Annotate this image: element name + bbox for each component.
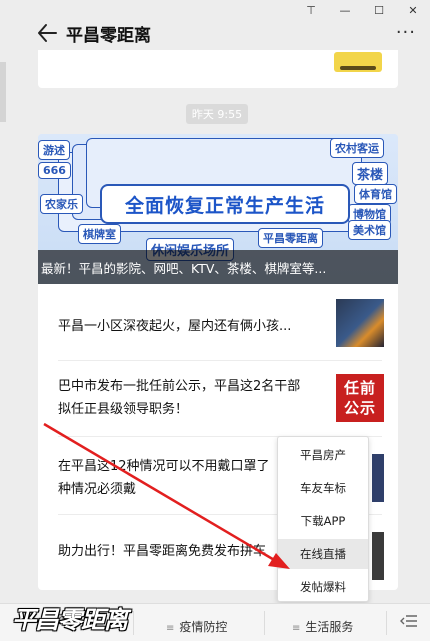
bottom-tab-label: 疫情防控 <box>179 620 228 634</box>
maximize-icon[interactable]: ☐ <box>362 0 396 20</box>
pin-icon[interactable]: ⊤ <box>294 0 328 20</box>
page-title: 平昌零距离 <box>66 26 151 46</box>
previous-message-thumbnail <box>334 52 382 72</box>
bottom-tab-epidemic[interactable]: ≡ 疫情防控 <box>166 618 227 635</box>
banner-tag: 农家乐 <box>40 194 83 214</box>
menu-item-house[interactable]: 平昌房产 <box>278 440 368 470</box>
article-thumbnail: 任前 公示 <box>336 374 384 422</box>
banner-tag: 茶楼 <box>352 162 389 185</box>
more-icon[interactable]: ··· <box>396 24 416 42</box>
window-controls: ⊤ — ☐ ✕ <box>294 0 430 20</box>
banner-tag: 农村客运 <box>330 138 384 158</box>
menu-lines-icon: ≡ <box>166 623 175 634</box>
scrollbar-thumb[interactable] <box>0 62 6 122</box>
divider <box>58 360 382 361</box>
minimize-icon[interactable]: — <box>328 0 362 20</box>
article-thumbnail <box>336 299 384 347</box>
bottom-tab-label: 生活服务 <box>305 620 354 634</box>
list-item[interactable]: 巴中市发布一批任前公示，平昌这2名干部拟任正县级领导职务！ <box>58 372 382 424</box>
banner-tag: 666 <box>38 162 71 179</box>
menu-lines-icon: ≡ <box>292 623 301 634</box>
article-title: 在平昌这12种情况可以不用戴口罩了种情况必须戴 <box>58 459 270 497</box>
divider <box>264 611 265 635</box>
article-thumbnail <box>372 454 384 502</box>
menu-item-download-app[interactable]: 下载APP <box>278 506 368 536</box>
banner-tag: 平昌零距离 <box>258 228 323 248</box>
thumbnail-text: 任前 <box>343 379 376 397</box>
article-thumbnail <box>372 532 384 580</box>
banner-caption: 最新！平昌的影院、网吧、KTV、茶楼、棋牌室等... <box>38 250 398 284</box>
article-title: 巴中市发布一批任前公示，平昌这2名干部拟任正县级领导职务！ <box>58 379 301 417</box>
list-item[interactable]: 平昌一小区深夜起火，屋内还有俩小孩... <box>58 306 382 346</box>
banner-tag: 体育馆 <box>354 184 397 204</box>
close-icon[interactable]: ✕ <box>396 0 430 20</box>
menu-item-live[interactable]: 在线直播 <box>278 539 368 569</box>
menu-item-post[interactable]: 发帖爆料 <box>278 572 368 602</box>
popup-menu: 平昌房产 车友车标 下载APP 在线直播 发帖爆料 <box>277 436 369 602</box>
divider <box>133 611 134 635</box>
banner-tag: 美术馆 <box>348 220 391 240</box>
banner-headline: 全面恢复正常生产生活 <box>100 184 350 224</box>
bottom-tab-services[interactable]: ≡ 生活服务 <box>292 618 353 635</box>
banner-image[interactable]: 游述 666 农家乐 棋牌室 休闲娱乐场所 平昌零距离 农村客运 茶楼 体育馆 … <box>38 134 398 284</box>
banner-tag: 棋牌室 <box>78 224 121 244</box>
chat-timestamp: 昨天 9:55 <box>186 104 248 124</box>
banner-tag: 游述 <box>38 140 70 160</box>
thumbnail-text: 公示 <box>343 399 376 417</box>
divider <box>386 611 387 635</box>
menu-collapse-icon[interactable] <box>400 614 418 628</box>
watermark-logo: 平昌零距离 <box>12 606 128 634</box>
menu-item-car[interactable]: 车友车标 <box>278 473 368 503</box>
article-title: 助力出行！平昌零距离免费发布拼车 <box>58 543 267 559</box>
back-arrow-icon[interactable] <box>36 22 58 44</box>
article-title: 平昌一小区深夜起火，屋内还有俩小孩... <box>58 318 292 334</box>
